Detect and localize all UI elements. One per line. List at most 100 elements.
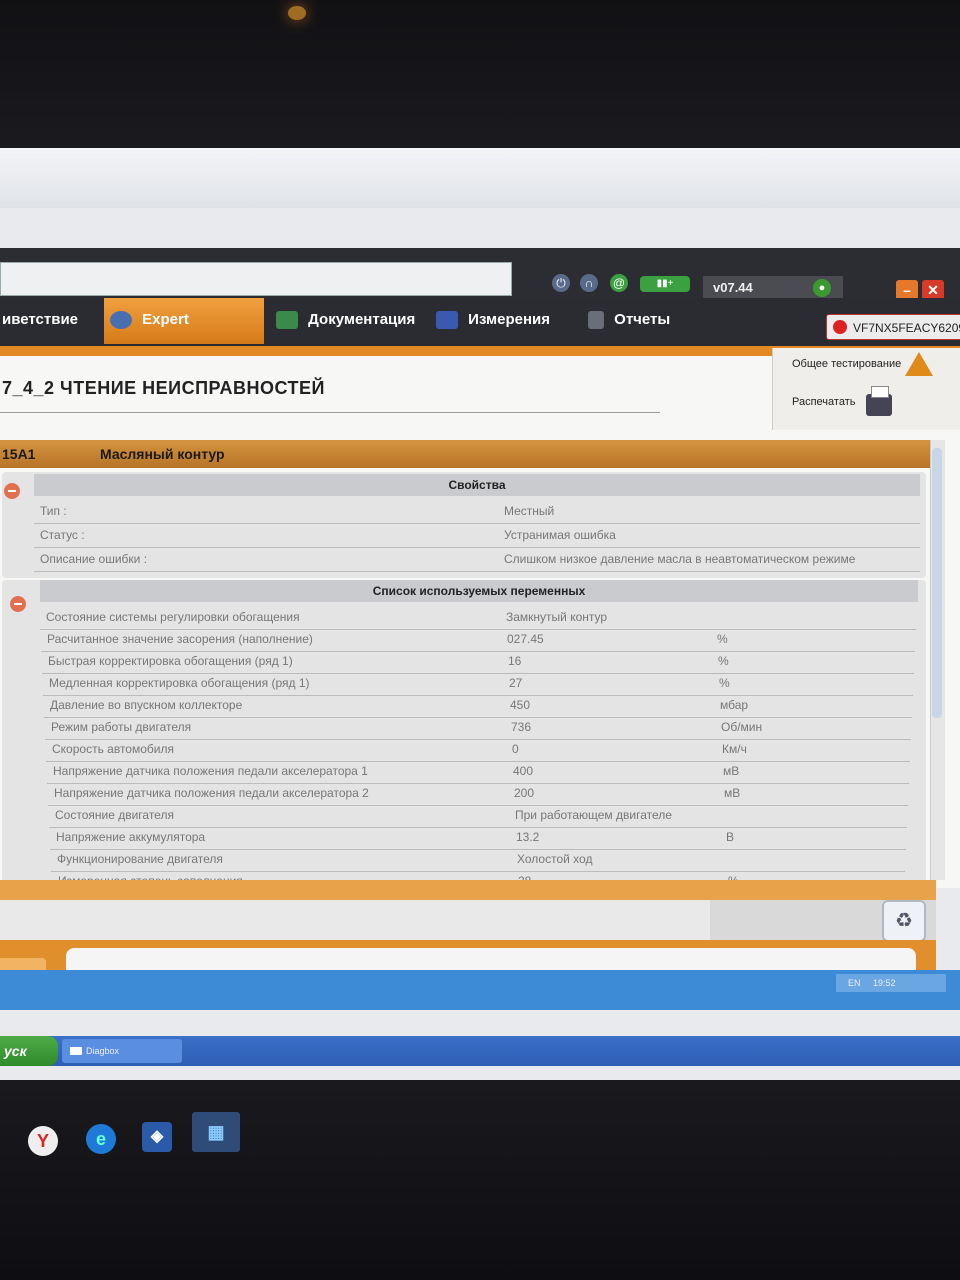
variable-row: Напряжение датчика положения педали аксе…	[47, 760, 909, 784]
variable-label: Давление во впускном коллекторе	[50, 698, 243, 712]
variable-value: При работающем двигателе	[515, 808, 672, 822]
variable-label: Напряжение датчика положения педали аксе…	[53, 764, 368, 778]
variable-unit: %	[717, 632, 728, 646]
tab-expert[interactable]: Expert	[104, 298, 264, 344]
scrollbar-thumb[interactable]	[932, 448, 942, 718]
property-label: Тип :	[40, 504, 67, 518]
property-row: Описание ошибки : Слишком низкое давление…	[34, 548, 920, 572]
variable-label: Скорость автомобиля	[52, 742, 174, 756]
variable-unit: %	[719, 676, 730, 690]
minimize-button[interactable]: –	[896, 280, 918, 300]
variable-row: Напряжение аккумулятора 13.2 В	[50, 826, 906, 850]
variable-unit: В	[726, 830, 735, 844]
variable-row: Режим работы двигателя 736 Об/мин	[45, 716, 911, 740]
tray-clock: 19:52	[873, 978, 896, 988]
tab-expert-label: Expert	[142, 311, 189, 328]
variable-value: 27	[509, 676, 523, 690]
variable-label: Состояние двигателя	[55, 808, 174, 822]
printer-icon[interactable]	[866, 386, 892, 416]
property-label: Описание ошибки :	[40, 552, 148, 566]
vehicle-icon	[833, 320, 847, 334]
report-icon	[588, 311, 604, 330]
waveform-icon	[436, 311, 458, 330]
fault-header[interactable]: 15A1 Масляный контур	[0, 440, 944, 468]
variables-header: Список используемых переменных	[40, 580, 918, 602]
property-row: Статус : Устранимая ошибка	[34, 524, 920, 548]
window-top-area	[0, 148, 960, 208]
system-tray: EN 19:52	[836, 974, 946, 992]
collapse-icon[interactable]	[4, 483, 20, 499]
title-divider	[0, 412, 660, 413]
variable-unit: %	[718, 654, 729, 668]
warning-icon[interactable]	[905, 352, 933, 376]
address-field[interactable]	[0, 262, 512, 296]
tab-welcome-label: иветствие	[2, 311, 79, 328]
print-link[interactable]: Распечатать	[792, 396, 855, 408]
monitor-bezel	[0, 1080, 960, 1280]
variable-row: Расчитанное значение засорения (наполнен…	[41, 628, 915, 652]
windows-app-icon[interactable]: ▦	[192, 1112, 240, 1152]
variable-label: Состояние системы регулировки обогащения	[46, 610, 300, 624]
variable-label: Расчитанное значение засорения (наполнен…	[47, 632, 313, 646]
variable-value: 13.2	[516, 830, 540, 844]
variable-row: Медленная корректировка обогащения (ряд …	[43, 672, 913, 696]
property-label: Статус :	[40, 528, 85, 542]
tab-reports[interactable]: Отчеты	[584, 298, 714, 344]
taskbar-diagbox[interactable]: Diagbox	[62, 1039, 182, 1063]
tab-welcome[interactable]: иветствие	[0, 298, 100, 344]
yandex-browser-icon[interactable]: Y	[28, 1126, 58, 1156]
property-row: Тип : Местный	[34, 500, 920, 524]
variable-row: Скорость автомобиля 0 Км/ч	[46, 738, 910, 762]
vin-text: VF7NX5FEACY620908	[853, 321, 960, 335]
app-status-bar	[0, 970, 960, 1010]
variable-row: Функционирование двигателя Холостой ход	[51, 848, 905, 872]
version-text: v07.44	[713, 280, 753, 295]
recycle-icon[interactable]: ♻	[882, 900, 926, 942]
variable-row: Состояние системы регулировки обогащения…	[40, 606, 916, 630]
variable-label: Медленная корректировка обогащения (ряд …	[49, 676, 310, 690]
variable-value: Замкнутый контур	[506, 610, 608, 624]
general-test-link[interactable]: Общее тестирование	[792, 358, 901, 370]
page-title: 7_4_2 ЧТЕНИЕ НЕИСПРАВНОСТЕЙ	[2, 378, 325, 398]
variable-label: Режим работы двигателя	[51, 720, 192, 734]
property-value: Местный	[504, 504, 555, 518]
variable-unit: Об/мин	[721, 720, 763, 734]
property-value: Слишком низкое давление масла в неавтома…	[504, 552, 856, 566]
variable-row: Состояние двигателя При работающем двигат…	[49, 804, 907, 828]
connection-icon[interactable]: ∩	[580, 274, 598, 292]
variable-label: Напряжение датчика положения педали аксе…	[54, 786, 369, 800]
variable-unit: мВ	[723, 764, 740, 778]
variable-row: Напряжение датчика положения педали аксе…	[48, 782, 908, 806]
bottom-bar	[0, 880, 936, 900]
tab-measurements-label: Измерения	[468, 311, 551, 328]
variable-value: 0	[512, 742, 519, 756]
start-button[interactable]: уск	[0, 1036, 58, 1066]
variable-label: Функционирование двигателя	[57, 852, 223, 866]
variable-value: 200	[514, 786, 535, 800]
properties-header: Свойства	[34, 474, 920, 496]
version-indicator: v07.44 ●	[703, 276, 843, 300]
variable-value: 027.45	[507, 632, 544, 646]
variable-value: 450	[510, 698, 531, 712]
tab-measurements[interactable]: Измерения	[432, 298, 572, 344]
property-value: Устранимая ошибка	[504, 528, 616, 542]
battery-status-icon: ▮▮+	[640, 276, 690, 292]
variable-unit: Км/ч	[722, 742, 747, 756]
tab-reports-label: Отчеты	[614, 311, 671, 328]
edge-browser-icon[interactable]: e	[86, 1124, 116, 1154]
variable-label: Напряжение аккумулятора	[56, 830, 206, 844]
tray-language: EN	[848, 978, 861, 988]
power-icon[interactable]: ⏻	[552, 274, 570, 292]
tab-documentation-label: Документация	[308, 311, 416, 328]
variable-unit: мВ	[724, 786, 741, 800]
internet-icon[interactable]: @	[610, 274, 628, 292]
magnifier-icon	[110, 311, 132, 330]
vin-display[interactable]: VF7NX5FEACY620908	[826, 314, 960, 340]
close-button[interactable]: ✕	[922, 280, 944, 300]
status-ok-icon: ●	[813, 279, 831, 297]
fault-name: Масляный контур	[100, 446, 225, 462]
documentation-icon	[276, 311, 298, 330]
tab-documentation[interactable]: Документация	[272, 298, 422, 344]
virtualbox-icon[interactable]: ◈	[142, 1122, 172, 1152]
collapse-icon[interactable]	[10, 596, 26, 612]
